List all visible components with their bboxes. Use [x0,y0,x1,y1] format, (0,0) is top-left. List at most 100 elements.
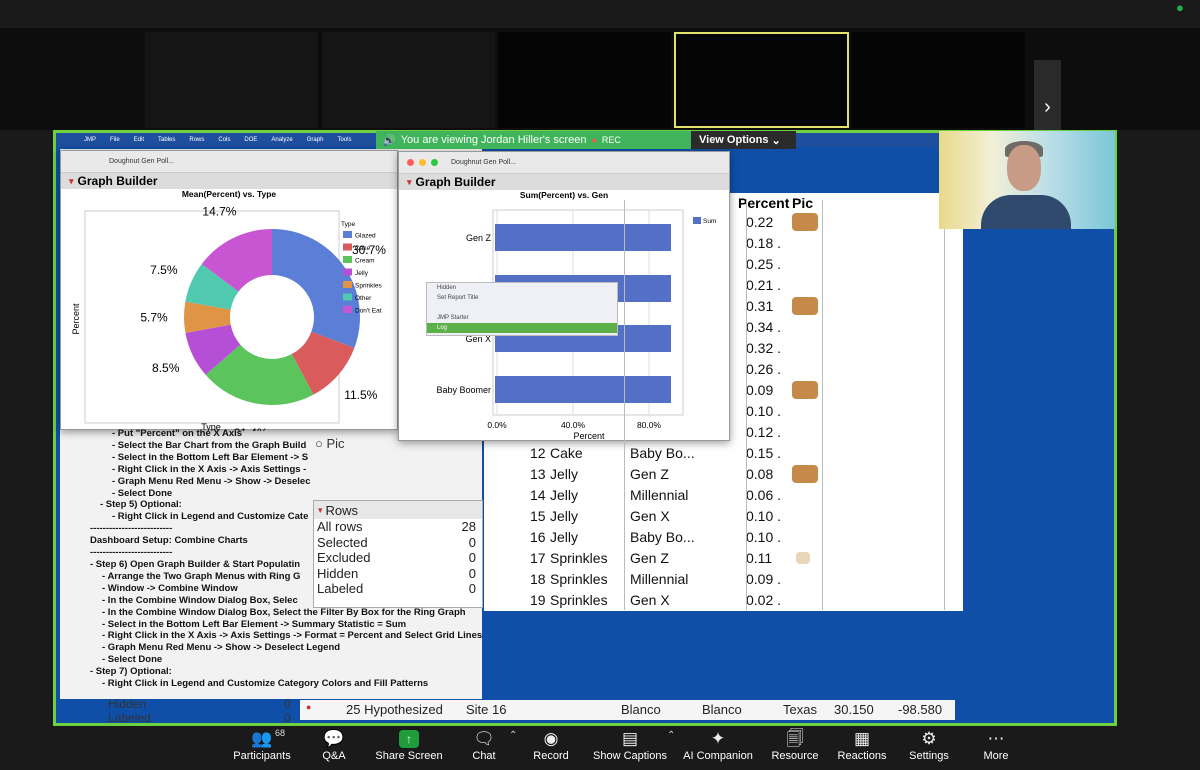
legend-label: Jelly [355,270,369,277]
toolbar-label: Chat [472,750,496,762]
video-tile[interactable] [322,32,495,128]
menu-item[interactable]: Cols [218,137,230,143]
grid-line [624,200,625,610]
menu-item[interactable]: DOE [244,137,257,143]
menu-item[interactable]: Graph [307,137,324,143]
menu-item[interactable]: Analyze [271,137,292,143]
row-type: 15 [530,507,546,524]
legend-swatch [343,281,352,288]
toolbar-label: Q&A [322,750,346,762]
legend-swatch [343,293,352,301]
row-percent: 0.32 . [746,339,782,356]
chevron-up-icon[interactable]: ⌃ [509,730,517,741]
window-titlebar[interactable]: Doughnut Gen Poll... [61,151,397,173]
column-header-pic[interactable]: Pic [792,195,813,211]
meeting-toolbar: 👥 Participants 68 💬 Q&A ↑ Share Screen 🗨 Chat ◉ Re… [0,726,1200,770]
slice-label: 7.5% [150,263,178,277]
context-menu[interactable]: Hidden Set Report Title JMP Starter Log [426,282,618,336]
menu-item[interactable]: Tools [337,137,351,143]
menu-item[interactable]: Rows [189,137,204,143]
row-gen: Baby Bo... [630,444,695,461]
menu-item[interactable]: JMP [84,137,96,143]
menu-item[interactable]: File [110,137,120,143]
instruction-line: -------------------------- [90,523,173,535]
window-titlebar[interactable]: Doughnut Gen Poll... [399,152,729,174]
menu-item[interactable]: Tables [158,137,175,143]
row-gen: Baby Bo... [630,528,695,545]
row-percent: 0.10 . [746,528,782,545]
speaker-video [939,131,1115,229]
video-tile[interactable] [852,32,1025,128]
instruction-line: - Right Click in Legend and Customize Ca… [102,678,429,690]
window-title: Doughnut Gen Poll... [451,159,516,166]
row-percent: 0.18 . [746,234,782,251]
row-type-name: Jelly [550,465,579,482]
maximize-icon[interactable] [431,159,438,166]
bar[interactable] [495,224,671,251]
row-gen: Gen X [630,507,670,524]
instruction-line: - Window -> Combine Window [102,582,238,594]
context-menu-item[interactable]: Set Report Title [427,293,617,303]
record-icon: ◉ [543,729,559,748]
toolbar-label: AI Companion [683,750,753,762]
show-captions-button[interactable]: ▤ Show Captions [585,728,675,762]
instruction-line: - Arrange the Two Graph Menus with Ring … [102,570,301,582]
legend-swatch [693,217,701,224]
chevron-right-icon: › [1044,95,1051,118]
table-row[interactable]: 13 Jelly Gen Z 0.08 [484,463,963,484]
table-row[interactable]: 14 Jelly Millennial 0.06 . [484,484,963,505]
table-row[interactable]: 15 Jelly Gen X 0.10 . [484,505,963,526]
instruction-line: - Select the Bar Chart from the Graph Bu… [112,439,307,451]
more-button[interactable]: ⋯ More [951,728,1041,762]
minimize-icon[interactable] [419,159,426,166]
legend-label: Sprinkles [355,283,382,290]
table-row[interactable]: 16 Jelly Baby Bo... 0.10 . [484,526,963,547]
active-speaker-tile[interactable] [674,32,849,128]
close-icon[interactable] [407,159,414,166]
red-triangle-icon[interactable]: ▾ [69,176,74,187]
toolbar-label: More [983,750,1009,762]
legend-label: Sum [703,218,716,225]
toolbar-label: Record [533,750,569,762]
doughnut-chart[interactable]: Percent Type 30.7%11.5%21.4%8.5%5.7%7.5%… [61,199,397,431]
legend-swatch [343,256,352,263]
toolbar-label: Participants [233,750,291,762]
grid-line [944,200,945,610]
context-menu-item[interactable]: JMP Starter [427,313,617,323]
context-menu-item[interactable] [427,303,617,313]
captions-icon: ▤ [621,729,639,748]
chevron-up-icon[interactable]: ⌃ [667,730,675,741]
table-row[interactable]: ● 25 Hypothesized Site 16 Blanco Blanco … [300,700,955,720]
viewing-text: You are viewing Jordan Hiller's screen [400,134,587,146]
video-tile[interactable] [145,32,318,128]
row-percent: 0.10 . [746,402,782,419]
table-row[interactable]: 17 Sprinkles Gen Z 0.11 [484,547,963,568]
chart-title: Mean(Percent) vs. Type [181,189,277,199]
context-menu-item[interactable]: Hidden [427,283,617,293]
top-bar: ● [0,0,1200,28]
view-options-button[interactable]: View Options ⌄ [691,131,796,149]
context-menu-item[interactable]: Log [427,323,617,333]
doughnut-picture [792,380,818,399]
x-axis-label: Percent [573,431,605,440]
instruction-line: Dashboard Setup: Combine Charts [90,535,248,547]
graph-builder-window-1[interactable]: Doughnut Gen Poll... ▾ Graph Builder Mean… [60,150,398,431]
menu-item[interactable]: Edit [134,137,144,143]
table-row[interactable]: 18 Sprinkles Millennial 0.09 . [484,568,963,589]
instruction-line: - Graph Menu Red Menu -> Show -> Deselec [112,475,311,487]
row-type-name: Sprinkles [550,549,608,566]
row-percent: 0.09 [746,381,774,398]
row-percent: 0.31 [746,297,774,314]
record-button[interactable]: ◉ Record [506,728,596,762]
row-type-name: Sprinkles [550,570,608,587]
instruction-line: - Right Click in the X Axis -> Axis Sett… [112,463,307,475]
instruction-line: - In the Combine Window Dialog Box, Sele… [102,594,298,606]
video-tile[interactable] [498,32,671,128]
red-triangle-icon[interactable]: ▾ [407,177,412,188]
shield-icon: ● [1176,0,1184,15]
row-percent: 0.15 . [746,444,782,461]
table-row[interactable]: 19 Sprinkles Gen X 0.02 . [484,589,963,610]
table-row[interactable]: 12 Cake Baby Bo... 0.15 . [484,442,963,463]
bar[interactable] [495,376,671,403]
participants-icon: 👥 [251,729,273,748]
